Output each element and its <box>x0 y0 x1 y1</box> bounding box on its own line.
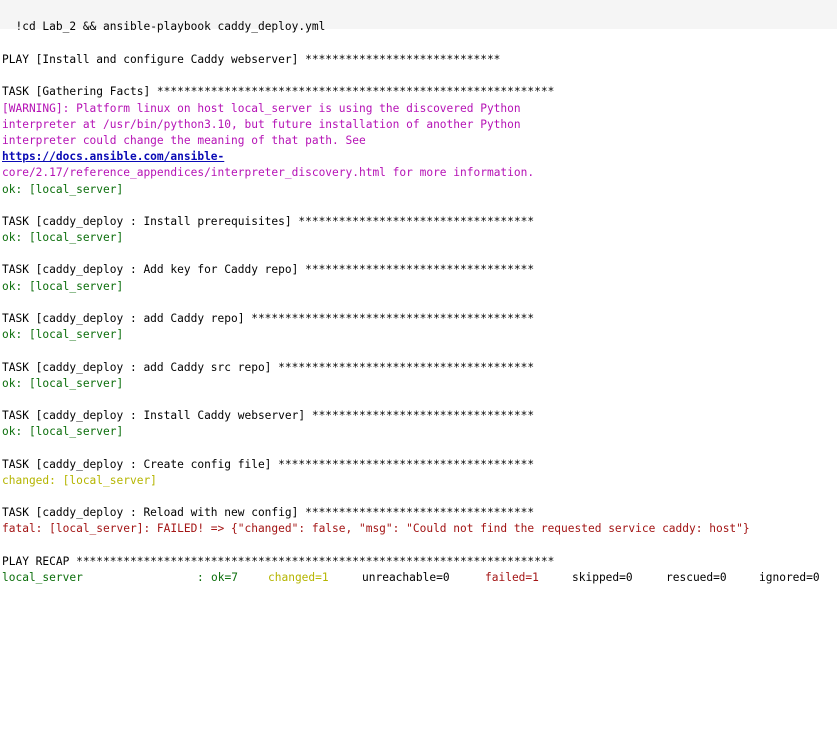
play-recap-row: local_server : ok=7 changed=1 unreachabl… <box>2 570 837 586</box>
warning-line: interpreter at /usr/bin/python3.10, but … <box>2 117 521 131</box>
task-result: ok: [local_server] <box>2 231 124 245</box>
code-cell[interactable]: !cd Lab_2 && ansible-playbook caddy_depl… <box>0 0 837 33</box>
warning-line: [WARNING]: Platform linux on host local_… <box>2 101 521 115</box>
recap-rescued: rescued=0 <box>666 571 727 584</box>
docs-link-continuation[interactable]: core/2.17/reference_appendices/interpret… <box>2 166 386 179</box>
task-result-fatal: fatal: [local_server]: FAILED! => {"chan… <box>2 522 750 536</box>
recap-skipped: skipped=0 <box>572 571 633 584</box>
recap-changed: changed=1 <box>268 571 329 584</box>
warning-line: interpreter could change the meaning of … <box>2 133 366 147</box>
play-header: PLAY [Install and configure Caddy webser… <box>2 53 501 66</box>
task-header-add-repo: TASK [caddy_deploy : add Caddy repo] ***… <box>2 312 535 325</box>
task-header-gathering-facts: TASK [Gathering Facts] *****************… <box>2 85 555 99</box>
task-result: ok: [local_server] <box>2 279 124 293</box>
playbook-output: PLAY [Install and configure Caddy webser… <box>2 52 837 586</box>
task-result: ok: [local_server] <box>2 376 124 390</box>
task-result: ok: [local_server] <box>2 182 124 196</box>
task-header-install-prerequisites: TASK [caddy_deploy : Install prerequisit… <box>2 214 535 228</box>
recap-ok: ok=7 <box>211 571 238 584</box>
task-result: ok: [local_server] <box>2 425 124 439</box>
docs-link[interactable]: https://docs.ansible.com/ansible- <box>2 150 224 163</box>
recap-ignored: ignored=0 <box>759 571 820 584</box>
task-result-changed: changed: [local_server] <box>2 473 157 487</box>
recap-host: local_server <box>2 571 83 584</box>
recap-separator: : <box>197 571 204 584</box>
task-header-install-caddy: TASK [caddy_deploy : Install Caddy webse… <box>2 409 535 423</box>
recap-unreachable: unreachable=0 <box>362 571 450 584</box>
recap-failed: failed=1 <box>485 571 539 584</box>
task-result: ok: [local_server] <box>2 328 124 342</box>
play-recap-header: PLAY RECAP *****************************… <box>2 554 555 568</box>
task-header-add-src-repo: TASK [caddy_deploy : add Caddy src repo]… <box>2 360 535 374</box>
task-header-reload-config: TASK [caddy_deploy : Reload with new con… <box>2 506 535 520</box>
command-text: !cd Lab_2 && ansible-playbook caddy_depl… <box>15 20 326 34</box>
task-header-create-config: TASK [caddy_deploy : Create config file]… <box>2 457 535 471</box>
task-header-add-key: TASK [caddy_deploy : Add key for Caddy r… <box>2 263 535 277</box>
warning-tail: for more information. <box>385 166 535 180</box>
